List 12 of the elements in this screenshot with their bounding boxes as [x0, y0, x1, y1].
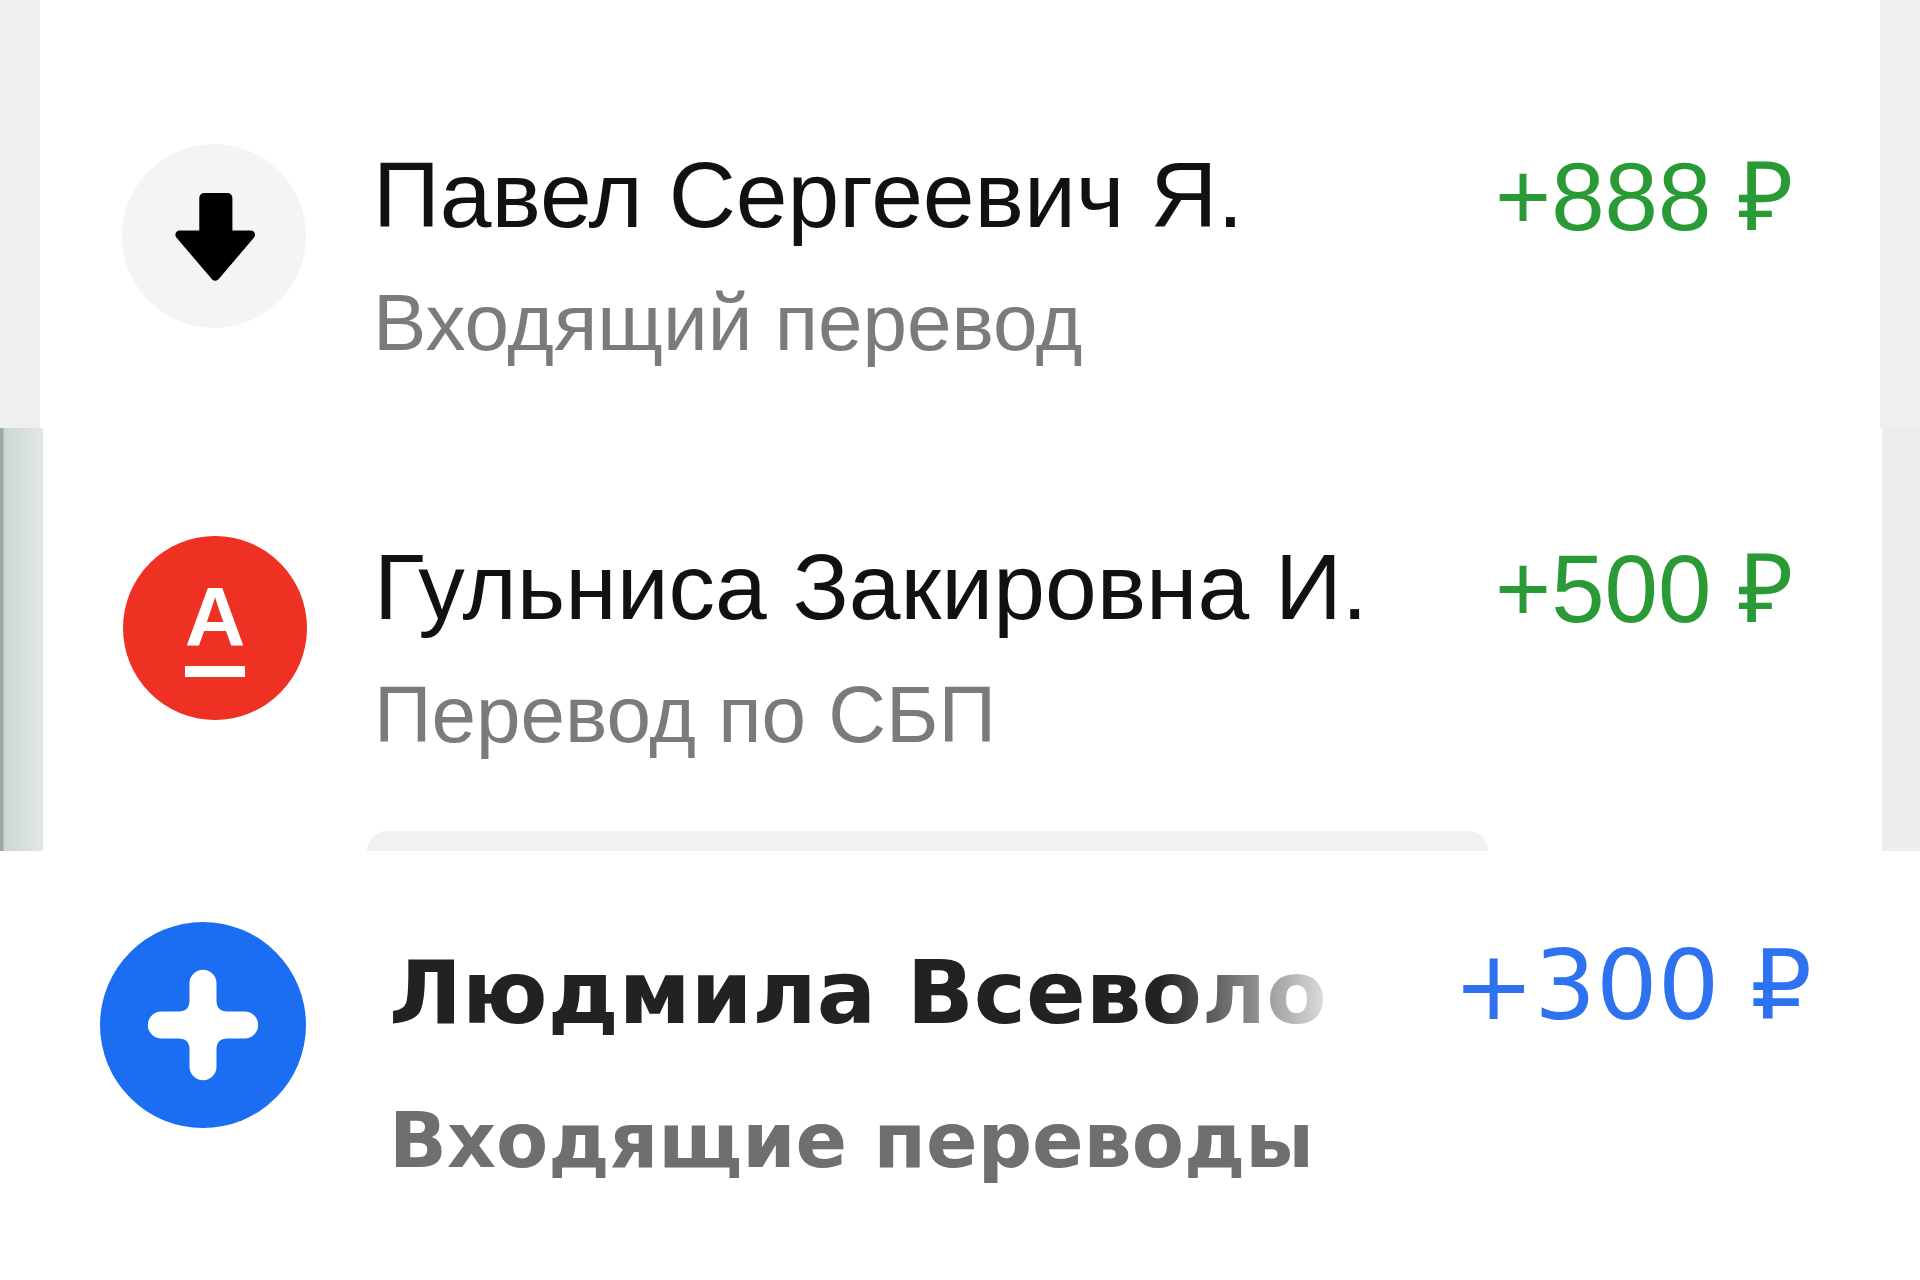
transfer-amount: +300 ₽ — [1453, 930, 1812, 1042]
sender-name: Гульниса Закировна И. — [374, 534, 1368, 641]
transfer-amount: +888 ₽ — [1495, 142, 1794, 252]
logo-icon: А — [123, 536, 307, 720]
plus-icon — [100, 922, 306, 1128]
transfer-type: Входящий перевод — [373, 276, 1083, 369]
sender-name: Павел Сергеевич Я. — [373, 142, 1244, 249]
sender-name: Людмила Всеволо — [389, 942, 1327, 1044]
transfer-amount: +500 ₽ — [1495, 534, 1794, 644]
transfer-type: Входящие переводы — [389, 1097, 1315, 1185]
arrow-down-icon — [122, 144, 306, 328]
transfer-type: Перевод по СБП — [374, 668, 997, 761]
